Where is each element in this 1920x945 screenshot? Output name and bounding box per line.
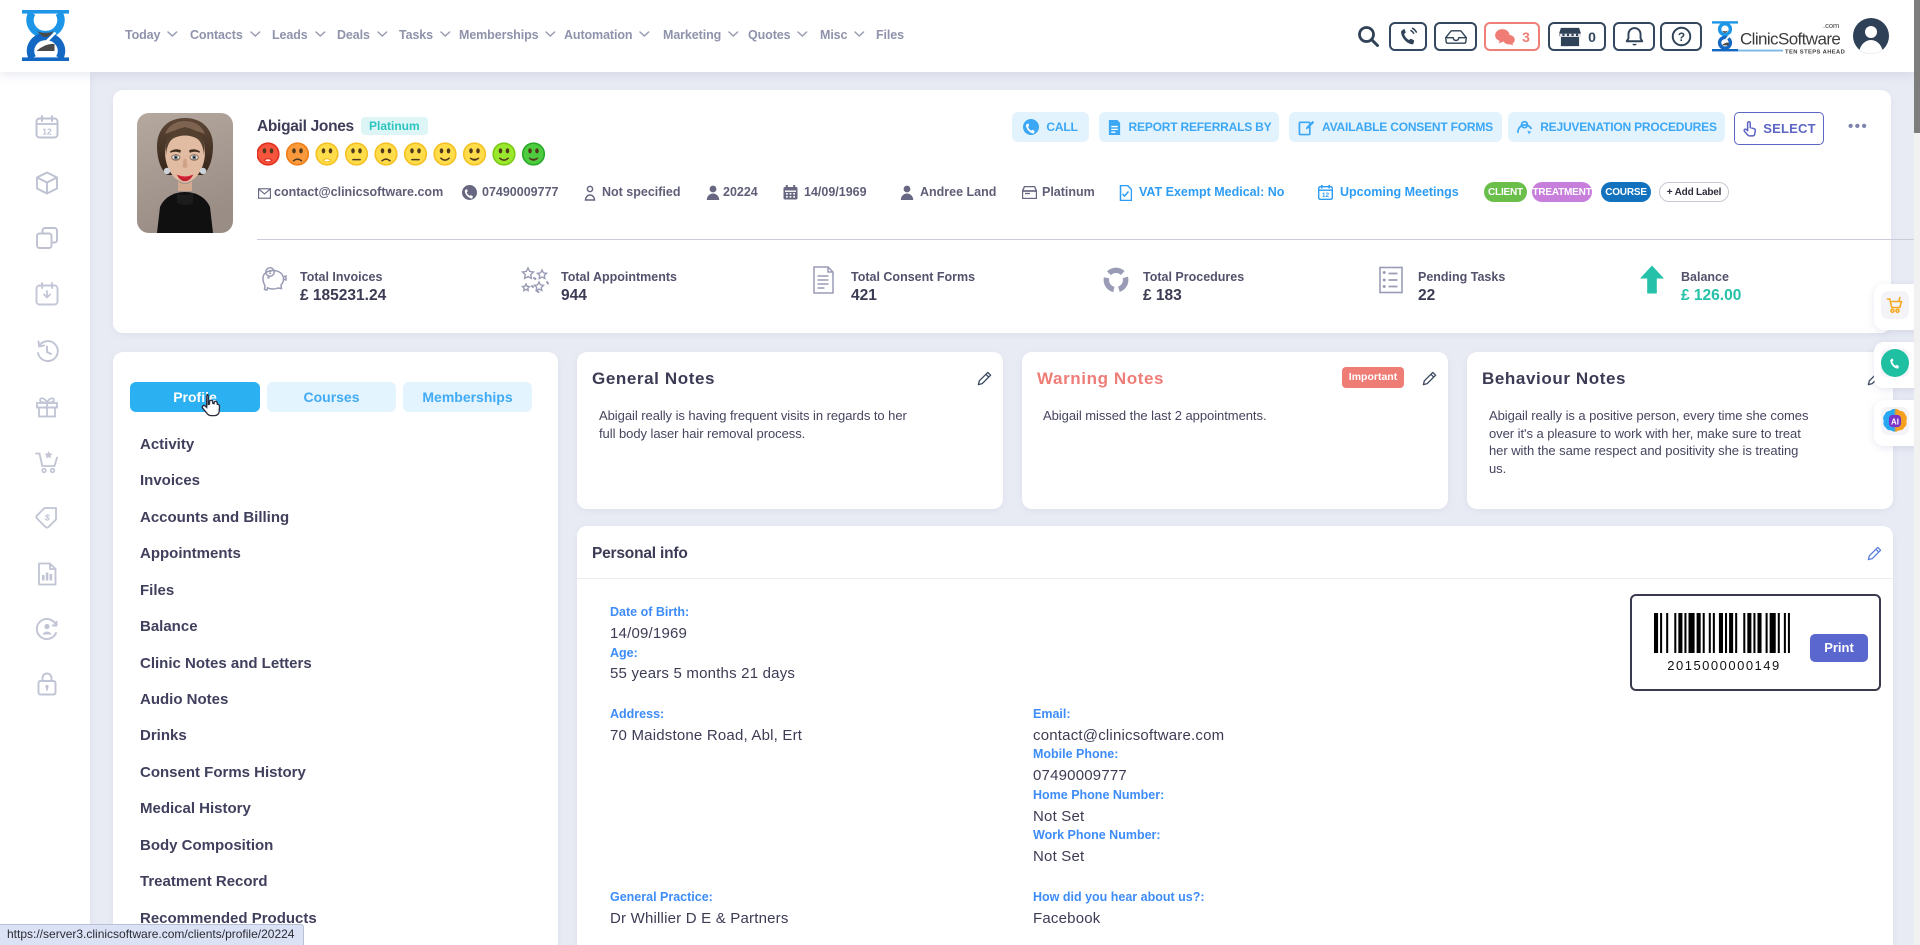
svg-text:ClinicSoftware: ClinicSoftware: [1740, 30, 1840, 49]
svg-text:12: 12: [42, 127, 52, 137]
svg-text:TEN STEPS AHEAD: TEN STEPS AHEAD: [1785, 50, 1845, 56]
svg-text:?: ?: [1677, 30, 1684, 44]
svg-text:AI: AI: [1891, 417, 1899, 426]
svg-text:12: 12: [1322, 192, 1330, 199]
svg-text:.com: .com: [1823, 21, 1839, 30]
svg-text:$: $: [44, 512, 51, 523]
